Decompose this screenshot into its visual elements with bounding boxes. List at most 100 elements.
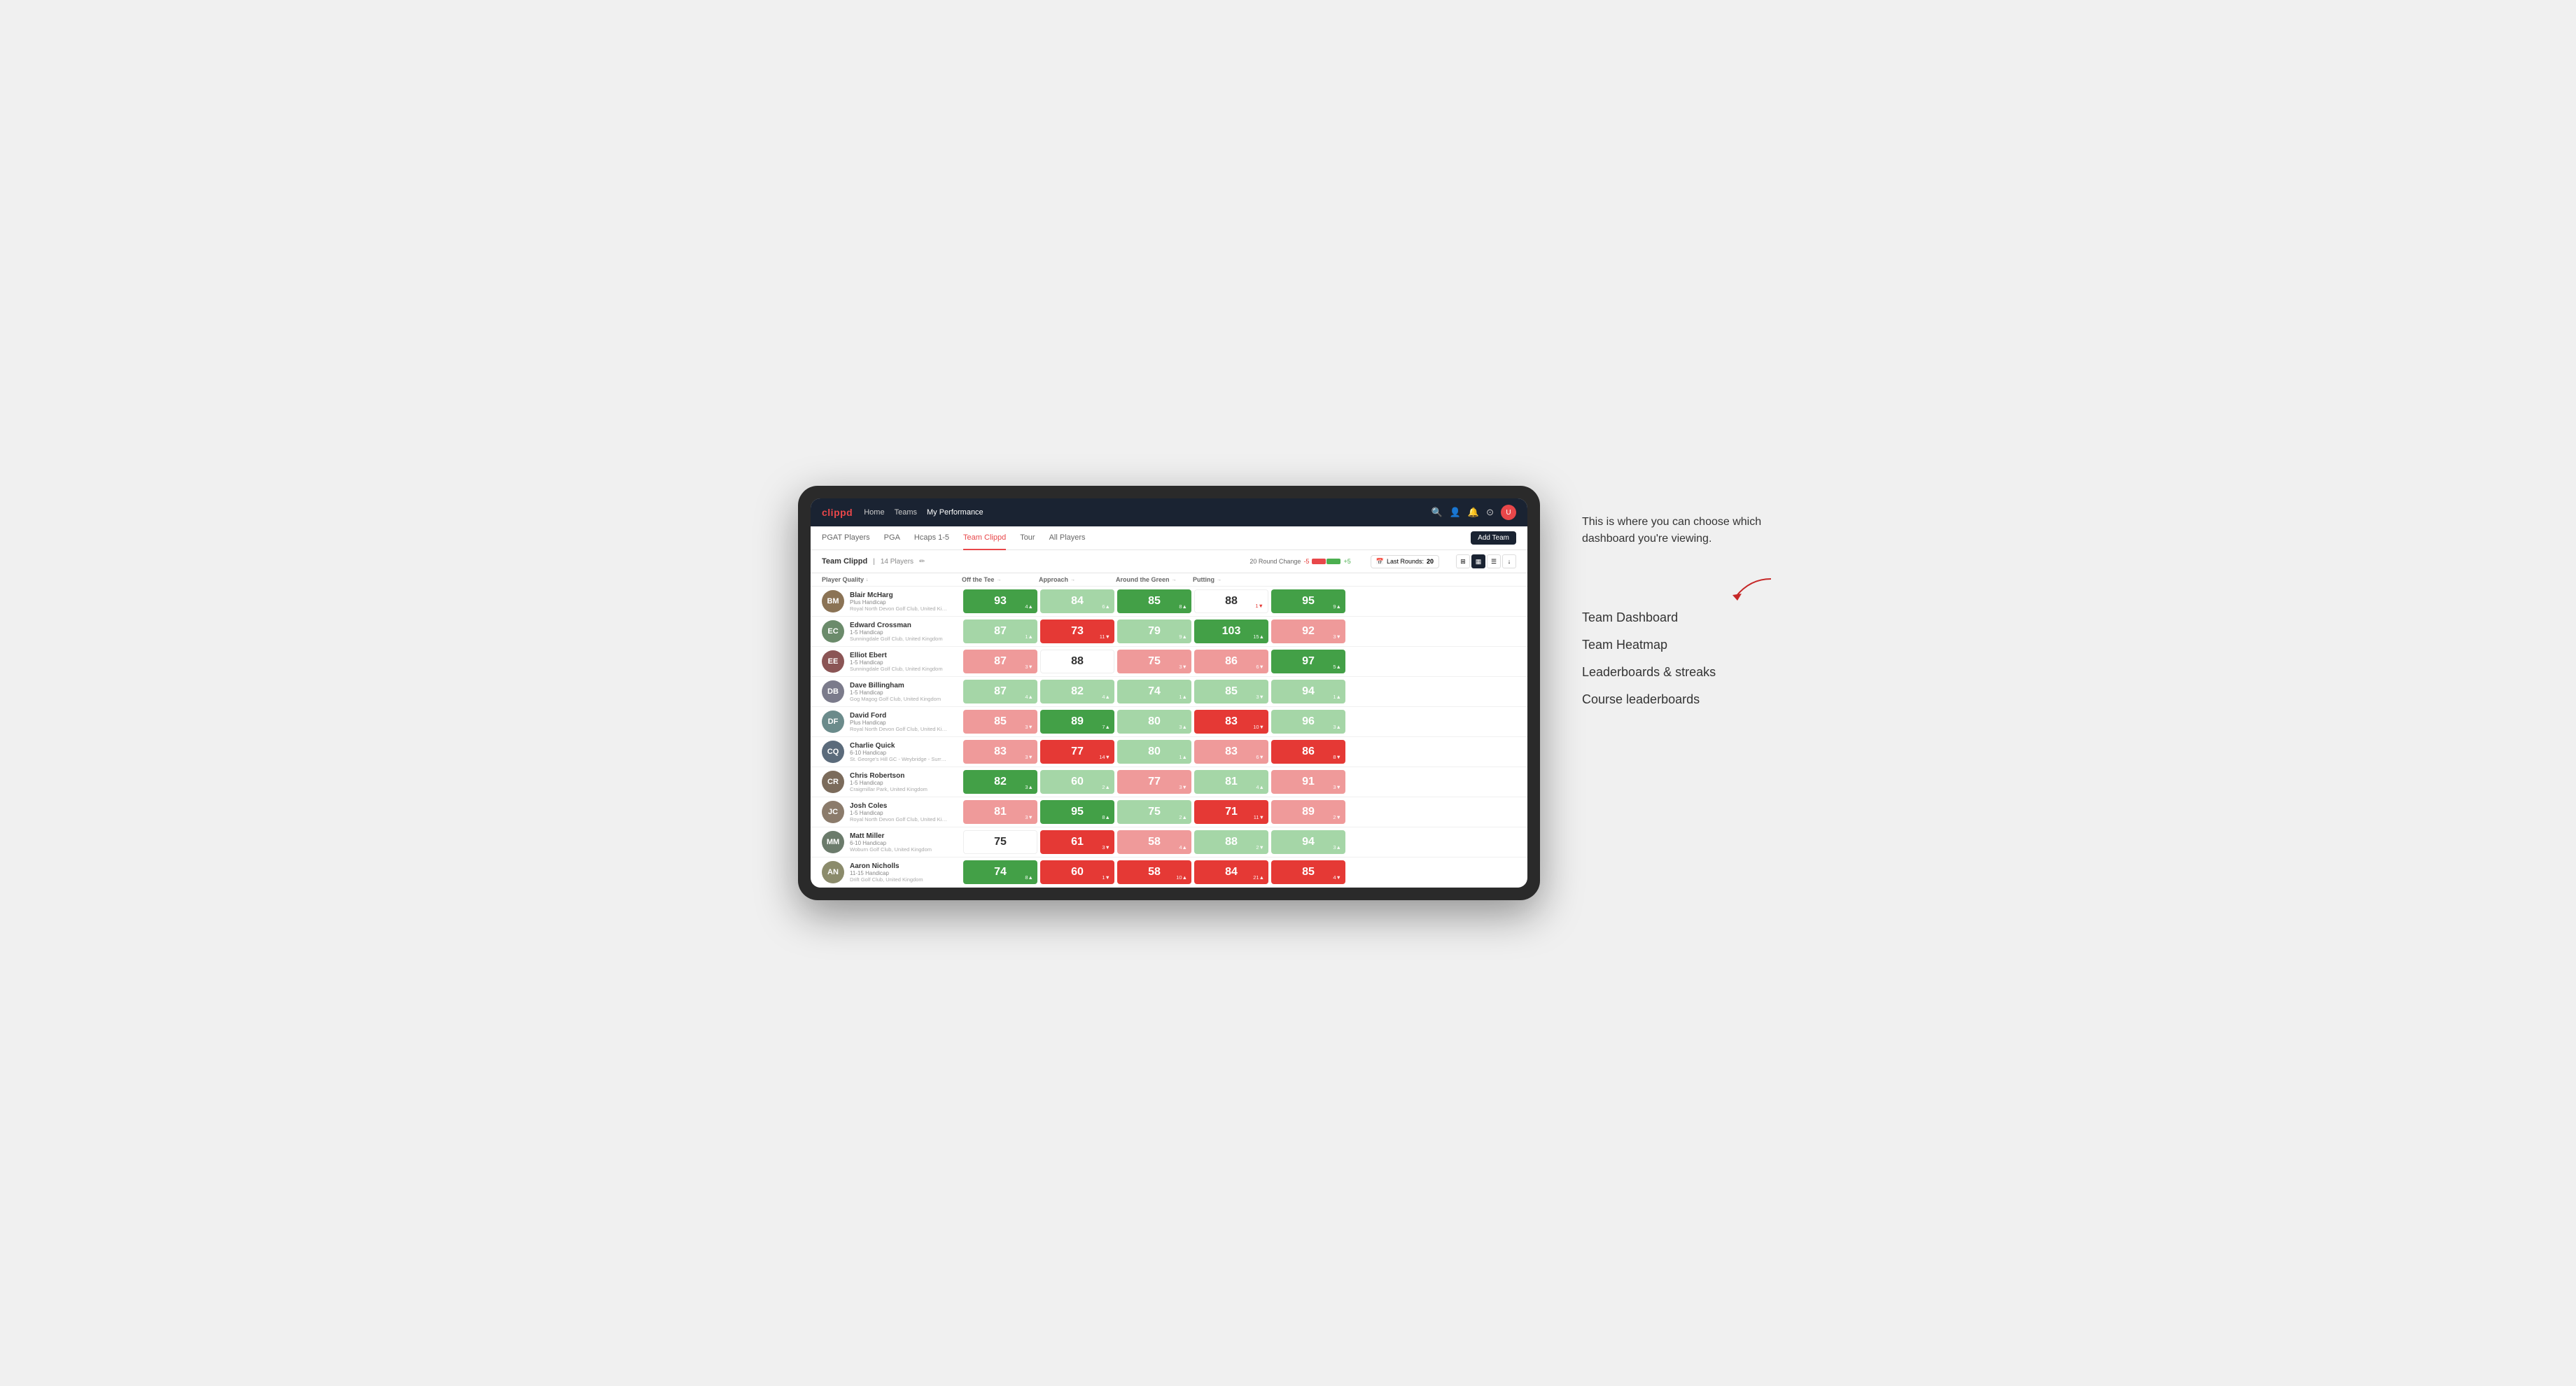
player-avatar: BM [822,590,844,612]
score-cell: 882▼ [1194,830,1268,854]
score-change: 3▼ [1179,664,1187,670]
player-avatar: AN [822,861,844,883]
score-value: 80 [1148,746,1161,758]
heatmap-view-icon[interactable]: ▦ [1471,554,1485,568]
score-cell: 8421▲ [1194,860,1268,884]
nav-teams[interactable]: Teams [895,508,917,517]
subnav-pga[interactable]: PGA [884,526,900,550]
menu-option-0[interactable]: Team Dashboard [1582,610,1778,625]
search-icon[interactable]: 🔍 [1432,507,1443,518]
table-row[interactable]: JCJosh Coles1-5 HandicapRoyal North Devo… [811,797,1527,827]
score-change: 3▼ [1025,754,1033,760]
score-cell: 75 [963,830,1037,854]
th-approach: Approach→ [1039,576,1116,583]
table-row[interactable]: EEElliot Ebert1-5 HandicapSunningdale Go… [811,647,1527,677]
score-change: 1▼ [1102,874,1110,881]
sub-nav: PGAT Players PGA Hcaps 1-5 Team Clippd T… [811,526,1527,550]
circle-icon[interactable]: ⊙ [1486,507,1494,518]
profile-icon[interactable]: 👤 [1450,507,1461,518]
edit-icon[interactable]: ✏ [919,558,925,566]
last-rounds-button[interactable]: 📅 Last Rounds: 20 [1371,555,1439,568]
nav-my-performance[interactable]: My Performance [927,508,983,517]
menu-options: Team Dashboard Team Heatmap Leaderboards &… [1582,610,1778,707]
score-value: 79 [1148,625,1161,638]
score-cell: 853▼ [963,710,1037,734]
score-value: 58 [1148,836,1161,848]
table-body: BMBlair McHargPlus HandicapRoyal North D… [811,587,1527,888]
last-rounds-value: 20 [1427,558,1434,565]
menu-option-2[interactable]: Leaderboards & streaks [1582,665,1778,680]
menu-option-3[interactable]: Course leaderboards [1582,692,1778,707]
export-icon[interactable]: ↓ [1502,554,1516,568]
score-value: 87 [994,655,1007,668]
list-view-icon[interactable]: ☰ [1487,554,1501,568]
subnav-tour[interactable]: Tour [1020,526,1035,550]
table-row[interactable]: DFDavid FordPlus HandicapRoyal North Dev… [811,707,1527,737]
player-cell: JCJosh Coles1-5 HandicapRoyal North Devo… [822,801,962,823]
score-change: 1▲ [1333,694,1341,700]
score-cell: 753▼ [1117,650,1191,673]
player-handicap: Plus Handicap [850,599,948,606]
table-row[interactable]: MMMatt Miller6-10 HandicapWoburn Golf Cl… [811,827,1527,858]
change-neg: -5 [1303,558,1309,565]
user-avatar[interactable]: U [1501,505,1516,520]
score-value: 58 [1148,866,1161,878]
table-row[interactable]: ECEdward Crossman1-5 HandicapSunningdale… [811,617,1527,647]
round-change: 20 Round Change -5 +5 [1250,558,1350,565]
score-change: 6▲ [1102,603,1110,610]
player-cell: DFDavid FordPlus HandicapRoyal North Dev… [822,710,962,733]
th-putting: Putting→ [1193,576,1270,583]
score-change: 4▲ [1025,603,1033,610]
score-change: 3▲ [1333,844,1341,850]
table-row[interactable]: CQCharlie Quick6-10 HandicapSt. George's… [811,737,1527,767]
add-team-button[interactable]: Add Team [1471,531,1516,545]
player-club: Craigmillar Park, United Kingdom [850,786,927,792]
score-change: 9▲ [1179,634,1187,640]
score-value: 85 [1225,685,1238,698]
table-row[interactable]: DBDave Billingham1-5 HandicapGog Magog G… [811,677,1527,707]
score-change: 8▲ [1025,874,1033,881]
player-cell: EEElliot Ebert1-5 HandicapSunningdale Go… [822,650,962,673]
subnav-pgat[interactable]: PGAT Players [822,526,870,550]
score-value: 80 [1148,715,1161,728]
score-value: 92 [1302,625,1315,638]
score-cell: 803▲ [1117,710,1191,734]
player-club: Sunningdale Golf Club, United Kingdom [850,666,943,672]
bell-icon[interactable]: 🔔 [1468,507,1479,518]
player-info: Elliot Ebert1-5 HandicapSunningdale Golf… [850,652,943,672]
table-row[interactable]: BMBlair McHargPlus HandicapRoyal North D… [811,587,1527,617]
grid-view-icon[interactable]: ⊞ [1456,554,1470,568]
player-cell: CRChris Robertson1-5 HandicapCraigmillar… [822,771,962,793]
subnav-hcaps[interactable]: Hcaps 1-5 [914,526,949,550]
score-change: 10▼ [1253,724,1264,730]
score-cell: 853▼ [1194,680,1268,704]
score-change: 6▼ [1256,754,1264,760]
table-row[interactable]: CRChris Robertson1-5 HandicapCraigmillar… [811,767,1527,797]
score-change: 3▼ [1102,844,1110,850]
score-cell: 913▼ [1271,770,1345,794]
team-count: 14 Players [881,558,913,566]
player-club: Royal North Devon Golf Club, United King… [850,816,948,822]
score-cell: 814▲ [1194,770,1268,794]
player-club: Drift Golf Club, United Kingdom [850,876,923,883]
subnav-team-clippd[interactable]: Team Clippd [963,526,1006,550]
subnav-all-players[interactable]: All Players [1049,526,1086,550]
player-handicap: 1-5 Handicap [850,810,948,816]
score-value: 88 [1225,595,1238,608]
score-change: 3▼ [1025,814,1033,820]
player-club: Gog Magog Golf Club, United Kingdom [850,696,941,702]
nav-icons: 🔍 👤 🔔 ⊙ U [1432,505,1516,520]
score-change: 6▼ [1256,664,1264,670]
score-change: 8▲ [1102,814,1110,820]
score-cell: 773▼ [1117,770,1191,794]
menu-option-1[interactable]: Team Heatmap [1582,638,1778,652]
nav-home[interactable]: Home [864,508,884,517]
th-around-green: Around the Green→ [1116,576,1193,583]
nav-links: Home Teams My Performance [864,508,983,517]
score-cell: 934▲ [963,589,1037,613]
table-row[interactable]: ANAaron Nicholls11-15 HandicapDrift Golf… [811,858,1527,888]
score-value: 89 [1071,715,1084,728]
page-wrapper: clippd Home Teams My Performance 🔍 👤 🔔 ⊙… [798,486,1778,900]
score-value: 83 [1225,715,1238,728]
score-value: 87 [994,625,1007,638]
